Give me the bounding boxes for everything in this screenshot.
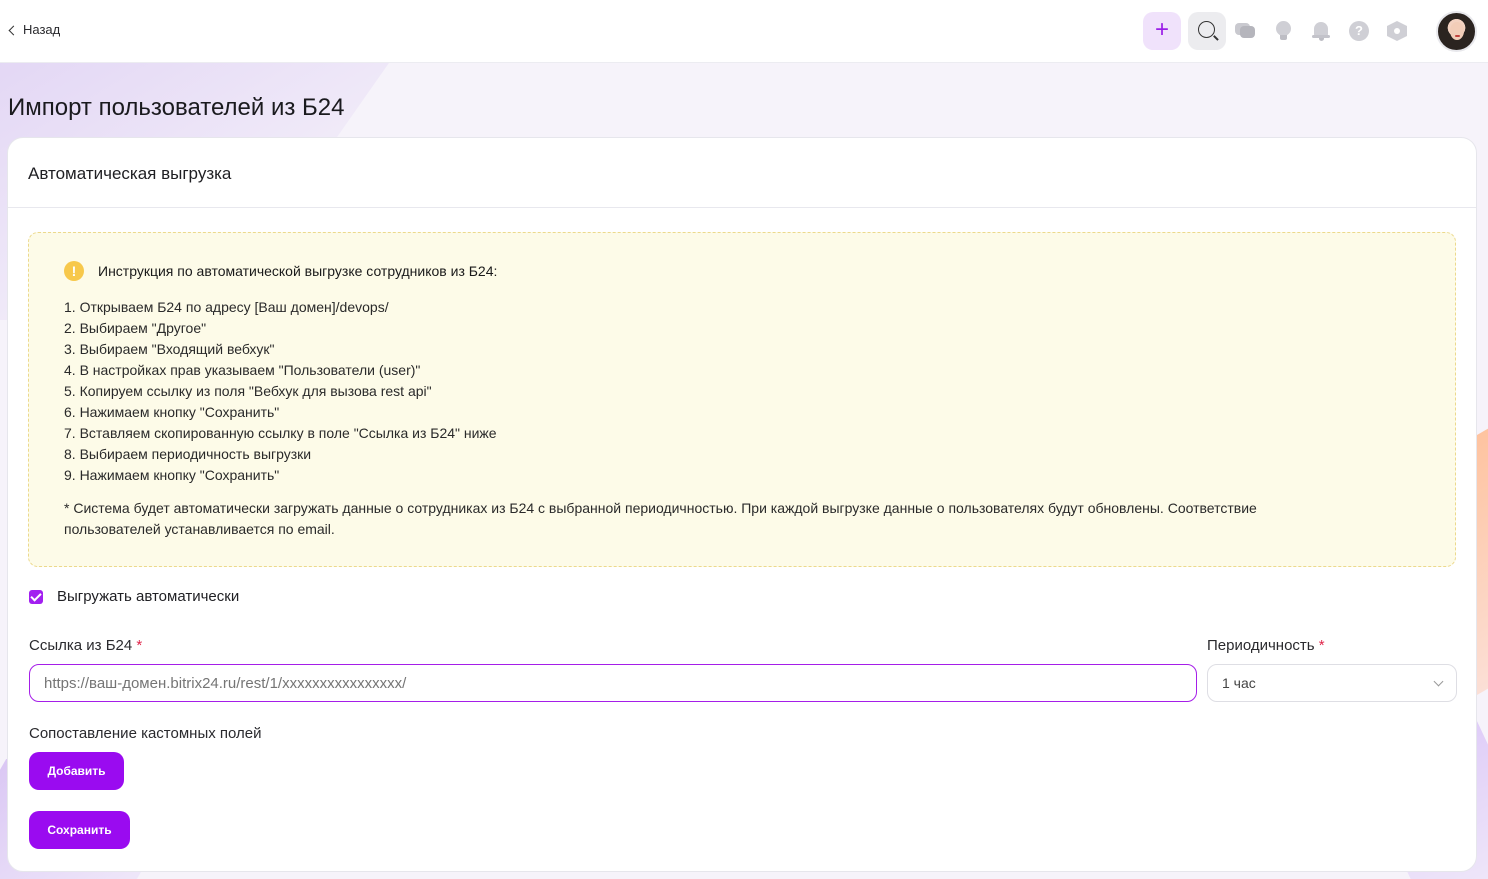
add-custom-field-button[interactable]: Добавить (29, 752, 124, 790)
step-item: 4. В настройках прав указываем "Пользова… (64, 362, 421, 378)
period-value: 1 час (1222, 675, 1256, 691)
add-button[interactable]: + (1143, 12, 1181, 50)
save-button[interactable]: Сохранить (29, 811, 130, 849)
required-mark: * (136, 637, 143, 654)
instruction-steps: 1. Открываем Б24 по адресу [Ваш домен]/d… (64, 297, 1420, 486)
help-icon[interactable]: ? (1348, 20, 1370, 42)
page-title: Импорт пользователей из Б24 (8, 94, 345, 121)
auto-export-label: Выгружать автоматически (57, 588, 240, 605)
back-link[interactable]: Назад (8, 22, 61, 37)
avatar[interactable] (1436, 11, 1477, 52)
b24-url-input[interactable] (29, 664, 1197, 702)
notice-footnote: * Система будет автоматически загружать … (64, 500, 1257, 537)
plus-icon: + (1154, 16, 1169, 43)
auto-export-checkbox[interactable] (29, 589, 43, 604)
top-bar: Назад + ? (0, 0, 1488, 63)
step-item: 1. Открываем Б24 по адресу [Ваш домен]/d… (64, 299, 389, 315)
warning-icon: ! (64, 261, 84, 281)
notice-title: Инструкция по автоматической выгрузке со… (98, 263, 498, 279)
bell-icon[interactable] (1310, 20, 1332, 42)
step-item: 9. Нажимаем кнопку "Сохранить" (64, 467, 280, 483)
search-button[interactable] (1188, 12, 1226, 50)
step-item: 3. Выбираем "Входящий вебхук" (64, 341, 275, 357)
url-field-label: Ссылка из Б24 * (29, 637, 143, 654)
auto-export-row: Выгружать автоматически (29, 588, 239, 605)
chat-icon[interactable] (1234, 20, 1256, 42)
step-item: 7. Вставляем скопированную ссылку в поле… (64, 425, 497, 441)
step-item: 6. Нажимаем кнопку "Сохранить" (64, 404, 280, 420)
step-item: 8. Выбираем периодичность выгрузки (64, 446, 312, 462)
chevron-down-icon (1433, 676, 1444, 686)
instruction-notice: ! Инструкция по автоматической выгрузке … (28, 232, 1456, 567)
settings-hex-icon[interactable] (1386, 20, 1408, 42)
custom-fields-label: Сопоставление кастомных полей (29, 725, 262, 742)
back-label: Назад (23, 22, 61, 37)
period-field-label: Периодичность * (1207, 637, 1325, 654)
step-item: 5. Копируем ссылку из поля "Вебхук для в… (64, 383, 432, 399)
chevron-left-icon (8, 25, 19, 35)
card-title: Автоматическая выгрузка (8, 138, 1476, 208)
auto-export-card: Автоматическая выгрузка ! Инструкция по … (7, 137, 1477, 872)
lightbulb-icon[interactable] (1272, 20, 1294, 42)
required-mark: * (1318, 637, 1325, 654)
step-item: 2. Выбираем "Другое" (64, 320, 207, 336)
period-select[interactable]: 1 час (1207, 664, 1457, 702)
